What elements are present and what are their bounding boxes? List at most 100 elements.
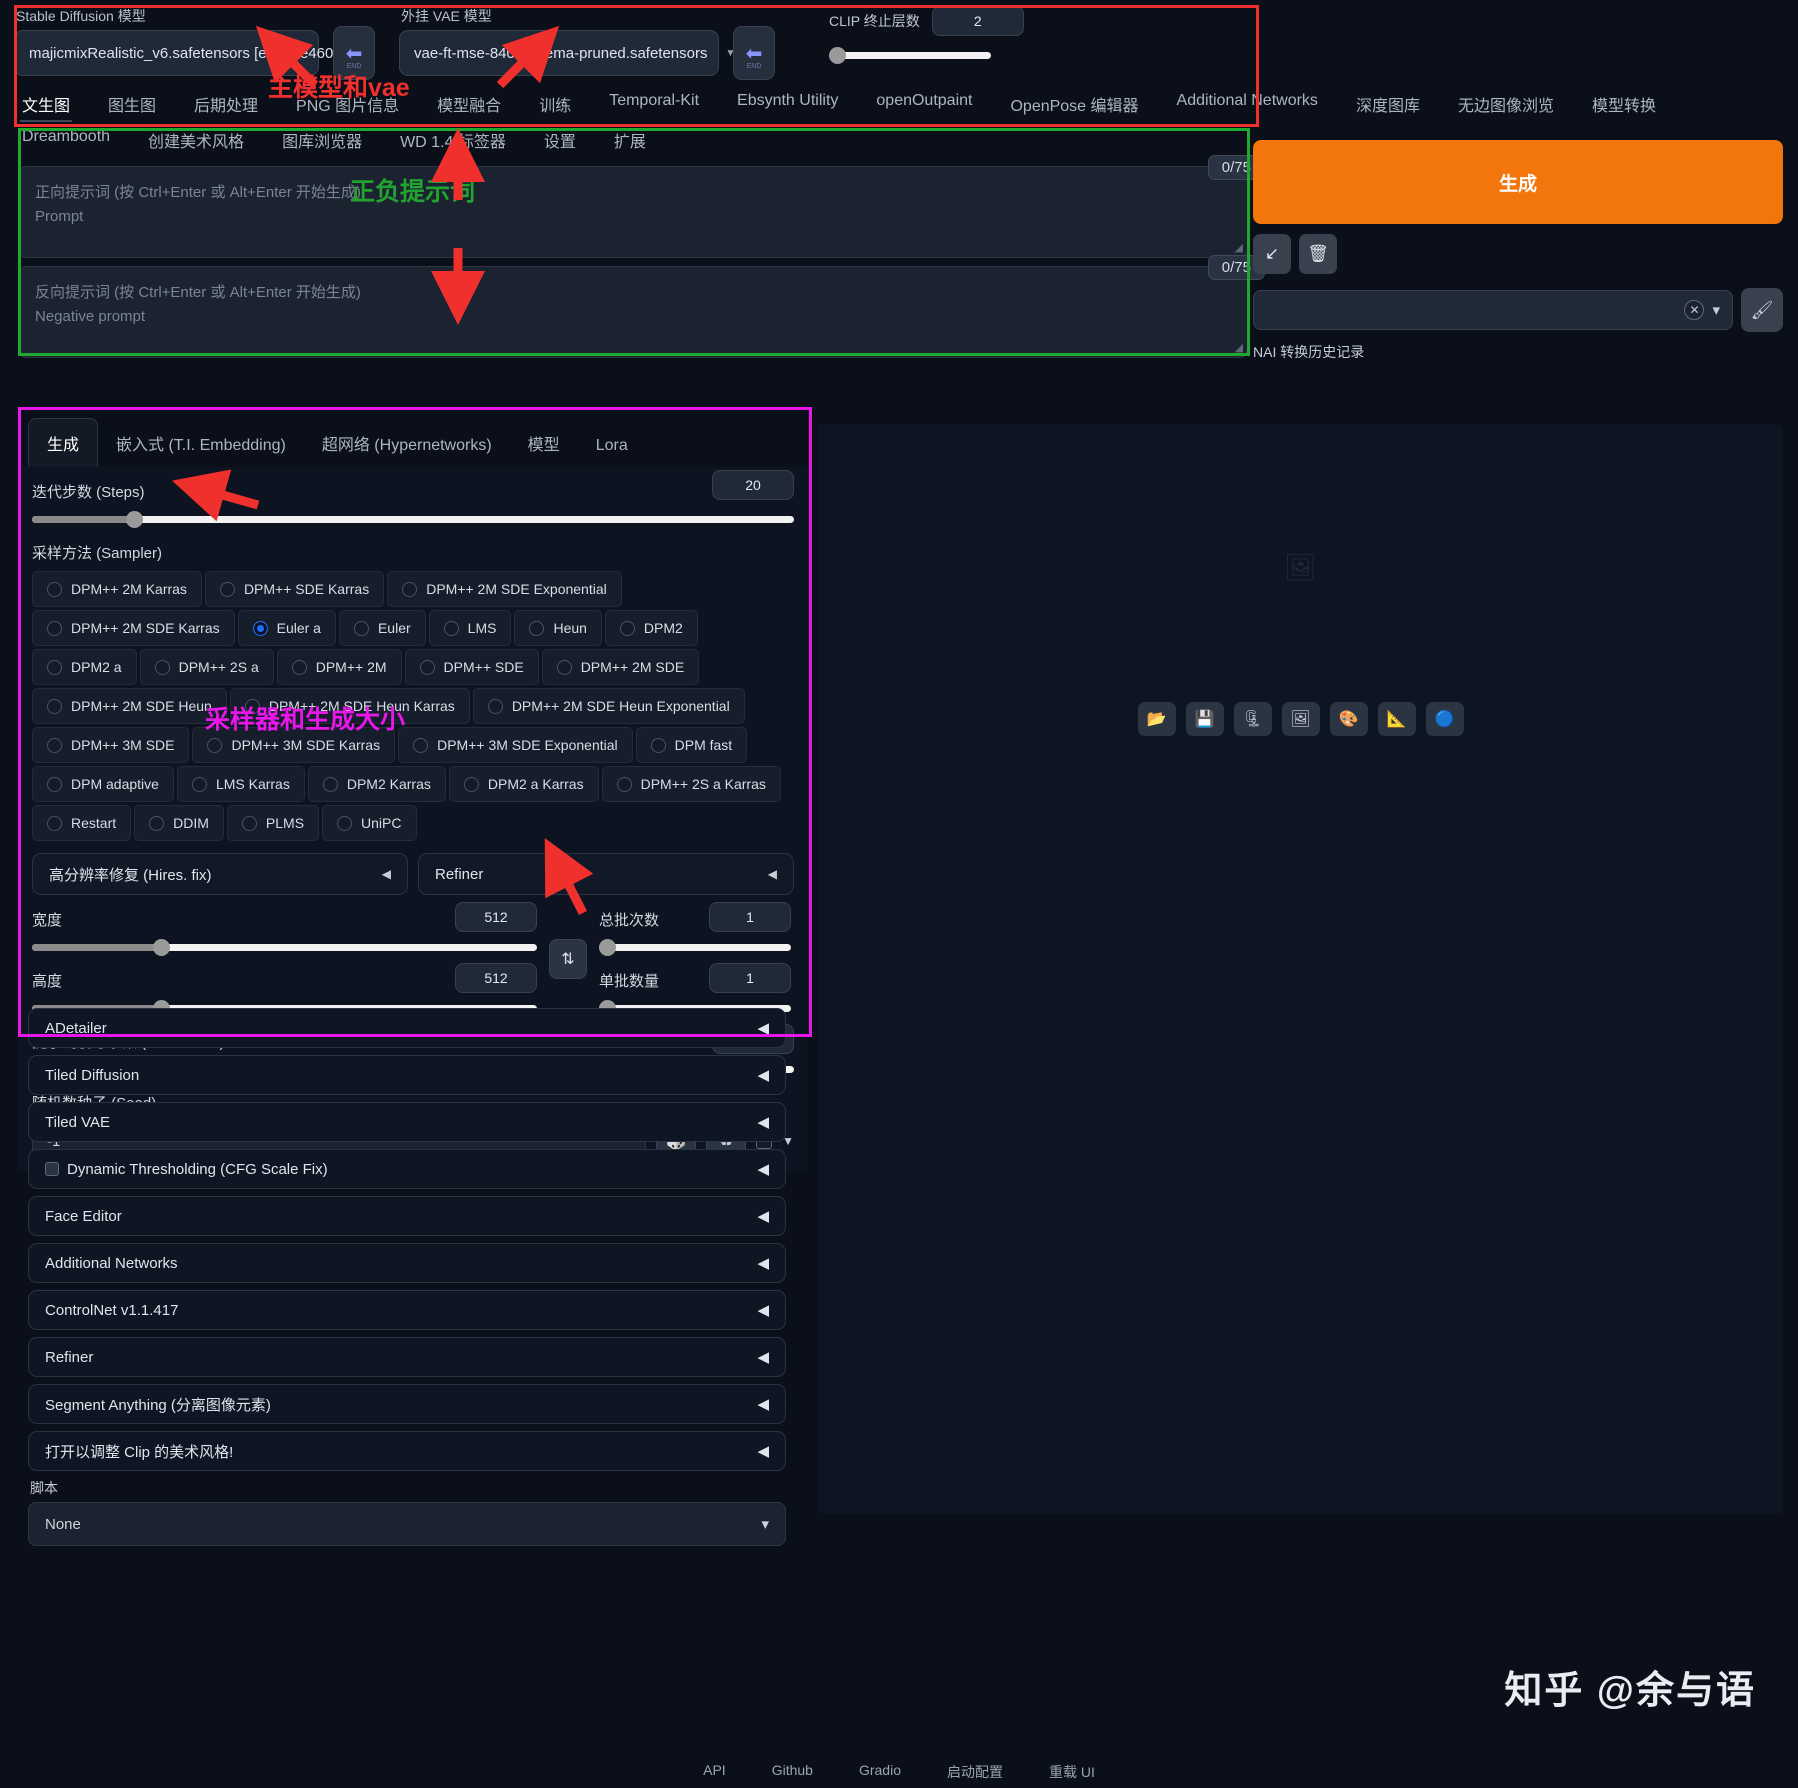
sampler-option[interactable]: DPM2 a Karras [449,766,599,802]
sampler-option[interactable]: UniPC [322,805,416,841]
sampler-option[interactable]: Restart [32,805,131,841]
sampler-option[interactable]: DPM++ SDE Karras [205,571,384,607]
tab-ebsynth-utility[interactable]: Ebsynth Utility [735,86,840,122]
trash-icon[interactable]: 🗑 [1299,234,1337,274]
radio-icon[interactable] [323,777,338,792]
sampler-option[interactable]: LMS Karras [177,766,305,802]
sampler-option[interactable]: DPM++ 2S a Karras [602,766,781,802]
tab-png-info[interactable]: PNG 图片信息 [294,86,401,122]
tab-extensions[interactable]: 扩展 [612,122,648,158]
sampler-option[interactable]: Heun [514,610,601,646]
radio-icon[interactable] [245,699,260,714]
tab-wd14-tagger[interactable]: WD 1.4 标签器 [398,122,508,158]
sampler-option[interactable]: DPM++ 2M SDE Heun Exponential [473,688,745,724]
enable-checkbox[interactable] [45,1162,59,1176]
tab-model-converter[interactable]: 模型转换 [1590,86,1658,122]
tab-image-browser[interactable]: 图库浏览器 [280,122,364,158]
sampler-option[interactable]: Euler a [238,610,336,646]
resize-grip-icon[interactable]: ◢ [1235,341,1243,354]
sampler-option[interactable]: DDIM [134,805,224,841]
steps-value[interactable]: 20 [712,470,794,500]
folder-icon[interactable]: 📂 [1138,702,1176,736]
sampler-option[interactable]: DPM++ 2M SDE Heun [32,688,227,724]
sd-model-dropdown[interactable]: majicmixRealistic_v6.safetensors [e4a30e… [14,30,319,76]
extension-accordion[interactable]: Dynamic Thresholding (CFG Scale Fix)◀ [28,1149,786,1189]
tab-openoutpaint[interactable]: openOutpaint [874,86,974,122]
styles-dropdown[interactable]: ✕ ▾ [1253,290,1733,330]
tab-temporal-kit[interactable]: Temporal-Kit [607,86,701,122]
vae-model-dropdown[interactable]: vae-ft-mse-840000-ema-pruned.safetensors… [399,30,719,76]
sampler-option[interactable]: DPM++ 2S a [140,649,274,685]
sampler-option[interactable]: DPM++ 3M SDE Karras [192,727,395,763]
subtab-lora[interactable]: Lora [578,425,646,467]
radio-icon[interactable] [464,777,479,792]
radio-icon[interactable] [617,777,632,792]
extension-accordion[interactable]: Segment Anything (分离图像元素)◀ [28,1384,786,1424]
radio-icon[interactable] [207,738,222,753]
zip-icon[interactable]: 🗜 [1234,702,1272,736]
radio-icon[interactable] [47,738,62,753]
radio-icon[interactable] [354,621,369,636]
radio-icon[interactable] [557,660,572,675]
extension-accordion[interactable]: Tiled Diffusion◀ [28,1055,786,1095]
sampler-option[interactable]: DPM++ 2M SDE Karras [32,610,235,646]
radio-icon[interactable] [402,582,417,597]
sampler-option[interactable]: DPM2 a [32,649,137,685]
radio-icon[interactable] [47,699,62,714]
clip-skip-slider[interactable] [829,46,991,64]
radio-icon[interactable] [488,699,503,714]
sampler-option[interactable]: DPM++ 2M SDE Exponential [387,571,622,607]
tab-depth-library[interactable]: 深度图库 [1354,86,1422,122]
radio-icon[interactable] [253,621,268,636]
sampler-option[interactable]: DPM2 [605,610,698,646]
tab-img2img[interactable]: 图生图 [106,86,158,122]
radio-icon[interactable] [47,777,62,792]
sampler-option[interactable]: DPM++ 3M SDE Exponential [398,727,633,763]
tab-dreambooth[interactable]: Dreambooth [20,122,112,158]
send-to-controlnet-icon[interactable]: 🔵 [1426,702,1464,736]
radio-icon[interactable] [149,816,164,831]
subtab-models[interactable]: 模型 [510,419,578,467]
refiner-accordion[interactable]: Refiner ◀ [418,853,794,895]
clear-styles-icon[interactable]: ✕ [1684,300,1704,320]
width-value[interactable]: 512 [455,902,537,932]
steps-slider[interactable] [32,510,794,528]
apply-style-icon[interactable]: 🖌 [1741,288,1783,332]
sampler-option[interactable]: DPM++ SDE [405,649,539,685]
sampler-option[interactable]: PLMS [227,805,319,841]
height-value[interactable]: 512 [455,963,537,993]
tab-openpose-editor[interactable]: OpenPose 编辑器 [1008,86,1140,122]
sampler-option[interactable]: DPM++ 2M SDE [542,649,699,685]
extension-accordion[interactable]: 打开以调整 Clip 的美术风格!◀ [28,1431,786,1471]
swap-dimensions-button[interactable]: ⇅ [549,939,587,979]
footer-link[interactable]: API [703,1762,726,1782]
refresh-vae-button[interactable]: ⬅ END [733,26,775,80]
tab-infinite-image-browsing[interactable]: 无边图像浏览 [1456,86,1556,122]
radio-icon[interactable] [420,660,435,675]
tab-txt2img[interactable]: 文生图 [20,86,72,122]
footer-link[interactable]: Gradio [859,1762,901,1782]
extension-accordion[interactable]: Additional Networks◀ [28,1243,786,1283]
radio-icon[interactable] [47,816,62,831]
script-dropdown[interactable]: None▾ [28,1502,786,1546]
footer-link[interactable]: 重载 UI [1049,1762,1095,1782]
generate-button[interactable]: 生成 [1253,140,1783,224]
send-to-extras-icon[interactable]: 📐 [1378,702,1416,736]
radio-icon[interactable] [413,738,428,753]
negative-prompt-input[interactable]: 反向提示词 (按 Ctrl+Enter 或 Alt+Enter 开始生成) Ne… [18,266,1248,358]
tab-settings[interactable]: 设置 [542,122,578,158]
tab-train[interactable]: 训练 [537,86,573,122]
tab-extras[interactable]: 后期处理 [192,86,260,122]
tab-additional-networks[interactable]: Additional Networks [1175,86,1320,122]
footer-link[interactable]: 启动配置 [947,1762,1003,1782]
radio-icon[interactable] [292,660,307,675]
extension-accordion[interactable]: Refiner◀ [28,1337,786,1377]
clip-skip-value[interactable]: 2 [932,6,1024,36]
sampler-option[interactable]: DPM++ 2M Karras [32,571,202,607]
tab-create-art-style[interactable]: 创建美术风格 [146,122,246,158]
save-icon[interactable]: 💾 [1186,702,1224,736]
extension-accordion[interactable]: Tiled VAE◀ [28,1102,786,1142]
radio-icon[interactable] [242,816,257,831]
batch-count-slider[interactable] [599,938,791,956]
restore-progress-icon[interactable]: ↙ [1253,234,1291,274]
